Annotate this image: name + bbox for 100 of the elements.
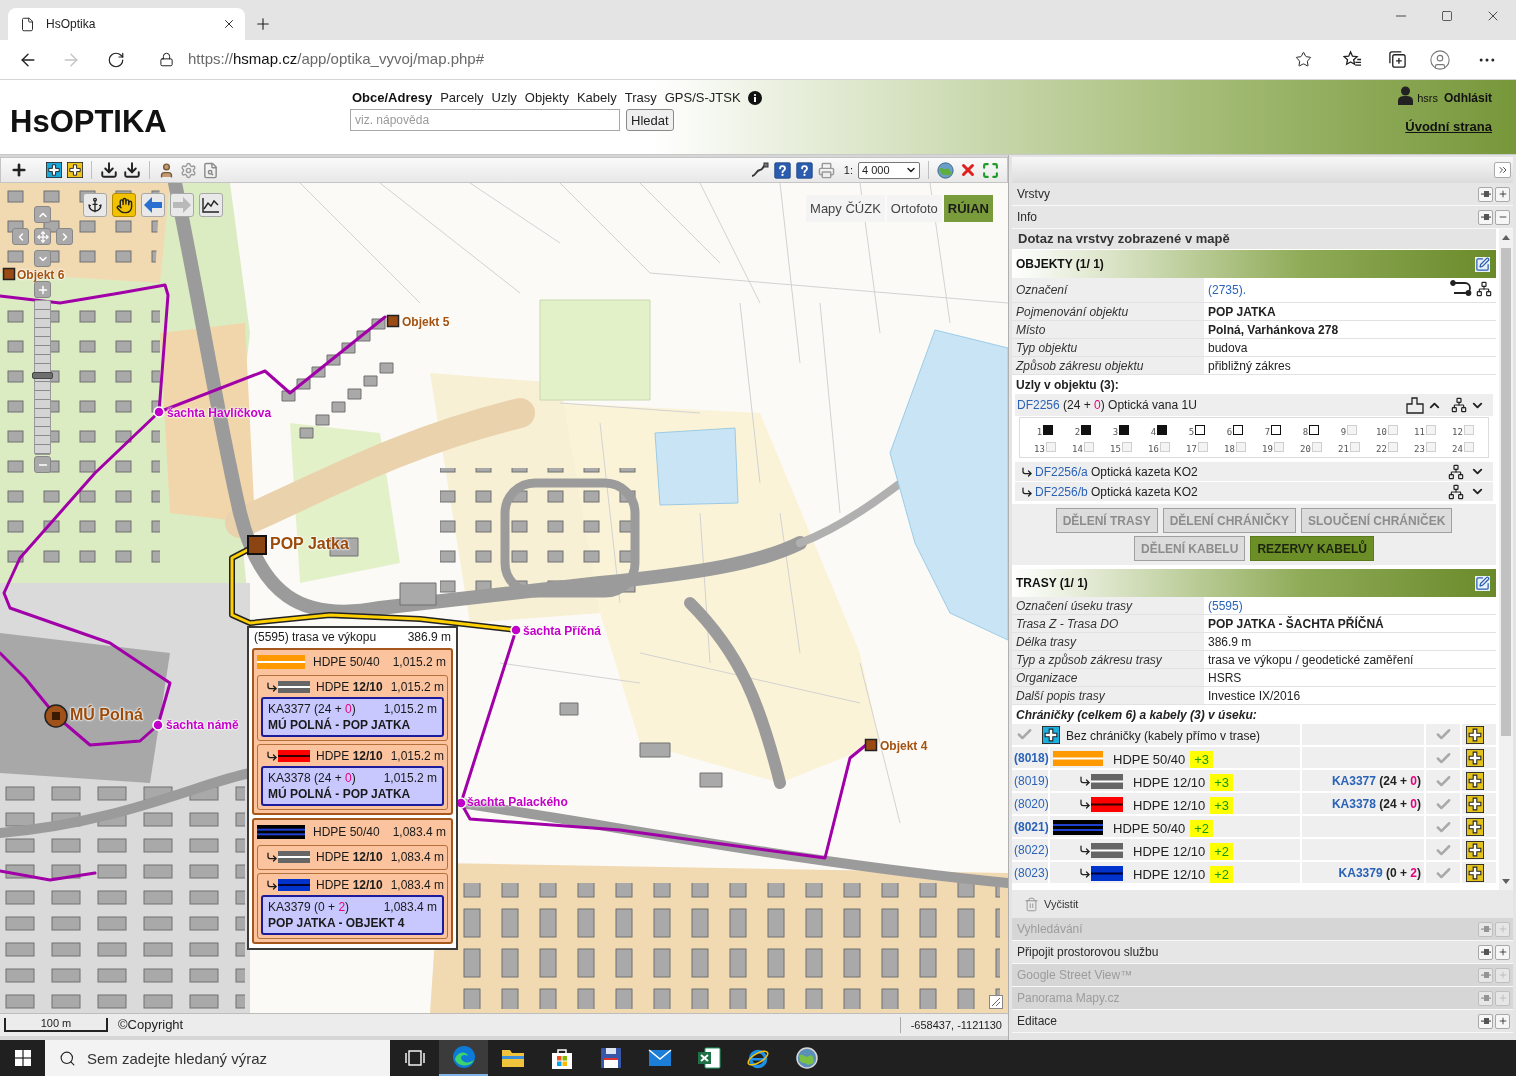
zoom-slider[interactable] [34, 300, 51, 455]
map-label[interactable]: Objekt 4 [880, 738, 928, 754]
arrow-up-icon[interactable] [1502, 235, 1510, 240]
plus-icon[interactable] [1466, 864, 1484, 883]
plus-icon[interactable] [1466, 772, 1484, 791]
zoom-out-button[interactable] [34, 456, 51, 473]
map-label[interactable]: šachta Příčná [523, 623, 602, 639]
link[interactable]: KA3378 [1331, 797, 1376, 812]
pan-up-button[interactable] [34, 206, 51, 223]
tool-button[interactable] [199, 193, 223, 217]
maximize-icon[interactable] [1441, 10, 1453, 22]
dot-marker-icon[interactable] [153, 406, 165, 418]
pan-center-button[interactable] [34, 228, 51, 245]
map-label[interactable]: Objekt 5 [402, 314, 450, 330]
hierarchy-icon[interactable] [1448, 483, 1464, 500]
nav-tab[interactable]: GPS/S-JTSK [664, 90, 741, 106]
nav-tab[interactable]: Parcely [440, 90, 484, 106]
link[interactable]: KA3379 [1338, 866, 1383, 881]
home-link[interactable]: Úvodní strana [1405, 117, 1492, 137]
person-icon[interactable] [158, 161, 175, 179]
star-icon[interactable] [1295, 51, 1312, 68]
edit-icon[interactable] [1475, 256, 1490, 272]
hierarchy-icon[interactable] [1451, 397, 1467, 413]
link[interactable]: DF2256/b [1035, 484, 1088, 499]
plus-icon[interactable] [1466, 818, 1484, 837]
globe-icon[interactable] [937, 161, 954, 179]
new-tab-icon[interactable] [254, 15, 272, 33]
link[interactable]: DF2256/a [1035, 464, 1088, 479]
value-link[interactable]: (2735). [1208, 281, 1247, 299]
dot-marker-icon[interactable] [152, 719, 164, 731]
box-icon[interactable] [1406, 396, 1424, 414]
search-field[interactable]: viz. nápověda [350, 109, 620, 131]
taskbar-search-field[interactable]: Sem zadejte hledaný výraz [45, 1040, 390, 1076]
zoom-slider-thumb[interactable] [32, 372, 53, 380]
plus-icon[interactable] [1466, 749, 1484, 768]
plus-icon[interactable] [1466, 725, 1484, 744]
download-icon[interactable] [100, 161, 118, 179]
layer-tab[interactable]: Ortofoto [886, 195, 942, 222]
hierarchy-icon[interactable] [1476, 280, 1492, 297]
square-marker-icon[interactable] [864, 738, 878, 752]
plus-icon[interactable] [67, 162, 83, 178]
value-link[interactable]: (5595) [1208, 596, 1243, 615]
square-marker-icon[interactable] [2, 267, 16, 281]
scrollbar-thumb[interactable] [1501, 248, 1511, 736]
help-icon[interactable] [773, 161, 791, 179]
favorites-icon[interactable] [1343, 50, 1362, 69]
arrow-down-icon[interactable] [1502, 879, 1510, 884]
nav-tab[interactable]: Obce/Adresy [352, 90, 433, 106]
plus-icon[interactable] [10, 161, 28, 179]
scale-select[interactable]: 4 000 [858, 161, 920, 179]
nav-tab[interactable]: Objekty [524, 90, 569, 106]
plus-icon[interactable] [1466, 795, 1484, 814]
square-marker-icon[interactable] [386, 314, 400, 328]
tool-button[interactable] [83, 193, 107, 217]
action-button[interactable]: REZERVY KABELŮ [1250, 536, 1374, 561]
edit-icon[interactable] [1475, 575, 1490, 591]
browser-tab[interactable]: HsOptika [8, 8, 245, 40]
logout-link[interactable]: Odhlásit [1444, 91, 1492, 105]
file-search-icon[interactable] [202, 161, 219, 179]
plus-icon[interactable] [1042, 725, 1060, 744]
taskbar-button[interactable] [439, 1040, 488, 1076]
dot-marker-icon[interactable] [510, 624, 522, 636]
fullscreen-icon[interactable] [982, 161, 999, 179]
reload-icon[interactable] [107, 50, 125, 69]
route-icon[interactable] [1450, 280, 1472, 297]
pan-right-button[interactable] [56, 228, 73, 245]
start-icon[interactable] [14, 1050, 31, 1066]
nav-tab[interactable]: Trasy [624, 90, 657, 106]
pan-left-button[interactable] [12, 228, 29, 245]
close-icon[interactable] [222, 17, 236, 31]
search-button[interactable]: Hledat [626, 109, 674, 131]
pan-down-button[interactable] [34, 250, 51, 267]
info-icon[interactable] [747, 91, 762, 105]
map-label[interactable]: šachta námě [166, 717, 239, 733]
collections-icon[interactable] [1388, 50, 1407, 69]
pin-button[interactable] [1478, 944, 1493, 960]
help-icon[interactable] [795, 161, 813, 179]
hierarchy-icon[interactable] [1448, 463, 1464, 480]
map-label[interactable]: šachta Havlíčkova [167, 405, 272, 421]
clear-button[interactable]: Vyčistit [1024, 895, 1079, 913]
nav-tab[interactable]: Kabely [576, 90, 617, 106]
circle-marker-icon[interactable] [44, 704, 68, 728]
tool-button[interactable] [112, 193, 136, 217]
duct-id[interactable]: (8023) [1012, 862, 1050, 885]
square-marker-icon[interactable] [247, 535, 267, 555]
settings-icon[interactable] [180, 161, 197, 179]
download-icon[interactable] [123, 161, 141, 179]
link[interactable]: KA3377 [1331, 774, 1376, 789]
zoom-in-button[interactable] [34, 281, 51, 298]
resize-corner-icon[interactable] [989, 995, 1003, 1009]
plus-icon[interactable] [1466, 841, 1484, 860]
map-label[interactable]: Objekt 6 [17, 267, 65, 283]
pin-button[interactable] [1478, 1013, 1493, 1029]
map-label[interactable]: POP Jatka [270, 536, 349, 552]
profile-icon[interactable] [1429, 48, 1451, 71]
pin-button[interactable] [1478, 209, 1493, 225]
layer-tab[interactable]: Mapy ČÚZK [806, 195, 885, 222]
collapse-panel-button[interactable] [1494, 162, 1511, 178]
cable-icon[interactable] [750, 162, 769, 178]
nav-tab[interactable]: Uzly [491, 90, 517, 106]
